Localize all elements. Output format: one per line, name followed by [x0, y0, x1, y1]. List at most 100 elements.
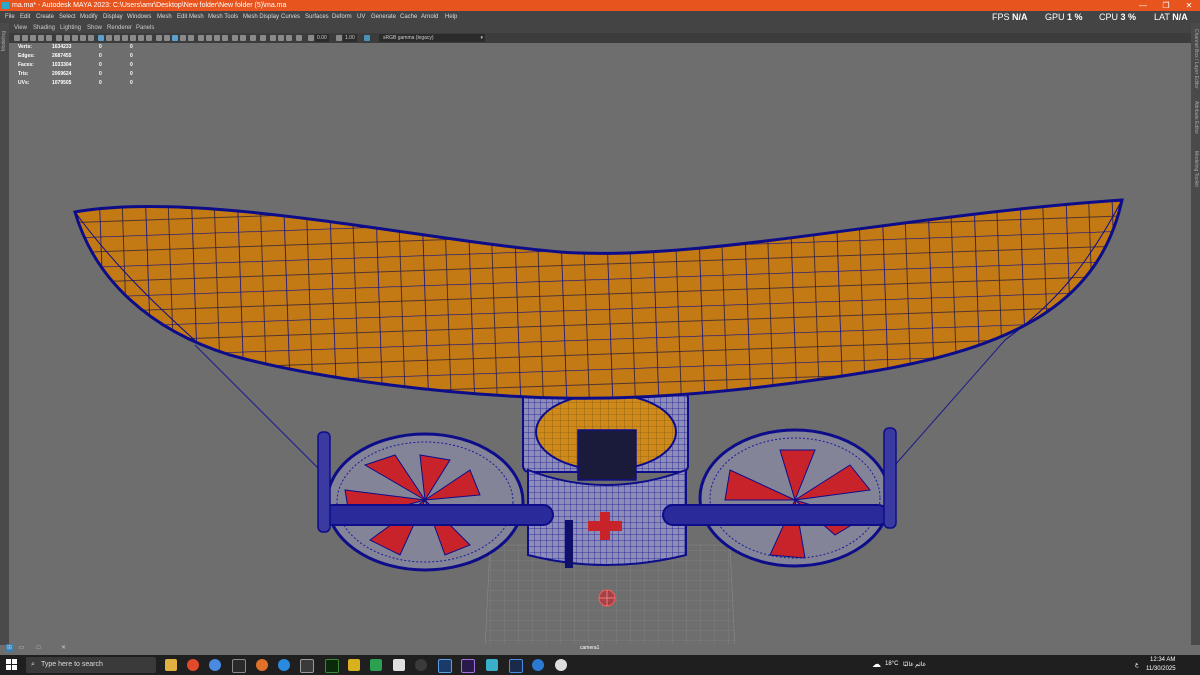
- file-explorer-icon[interactable]: [165, 659, 177, 671]
- panel-menu-show[interactable]: Show: [87, 23, 102, 33]
- field-chart-icon[interactable]: [88, 35, 94, 41]
- weather-icon[interactable]: ☁: [872, 659, 881, 670]
- menu-cache[interactable]: Cache: [400, 11, 417, 23]
- chrome-profile-icon[interactable]: [209, 659, 221, 671]
- menu-file[interactable]: File: [5, 11, 15, 23]
- nurbs-display-icon[interactable]: [296, 35, 302, 41]
- clock-date[interactable]: 11/30/2025: [1146, 666, 1176, 672]
- textured-icon[interactable]: [130, 35, 136, 41]
- grease-pencil-icon[interactable]: [46, 35, 52, 41]
- default-material-icon[interactable]: [114, 35, 120, 41]
- panel-menu-view[interactable]: View: [14, 23, 27, 33]
- frame-all-icon[interactable]: [232, 35, 238, 41]
- panel-menu-shading[interactable]: Shading: [33, 23, 55, 33]
- channel-box-tab[interactable]: Channel Box / Layer Editor: [1193, 29, 1199, 89]
- motion-blur-icon[interactable]: [164, 35, 170, 41]
- menu-mesh-tools[interactable]: Mesh Tools: [208, 11, 238, 23]
- collapse-icon[interactable]: □: [35, 644, 42, 652]
- menu-edit[interactable]: Edit: [20, 11, 30, 23]
- camera-lock-icon[interactable]: [222, 35, 228, 41]
- viewport-3d[interactable]: [9, 43, 1191, 644]
- github-icon[interactable]: [415, 659, 427, 671]
- exposure-field[interactable]: 0.00: [315, 34, 329, 42]
- menu-uv[interactable]: UV: [357, 11, 365, 23]
- select-camera-icon[interactable]: [14, 35, 20, 41]
- menu-edit-mesh[interactable]: Edit Mesh: [177, 11, 204, 23]
- edge-icon[interactable]: [278, 659, 290, 671]
- menu-select[interactable]: Select: [59, 11, 76, 23]
- minimize-button[interactable]: —: [1136, 0, 1150, 11]
- panel-menu-renderer[interactable]: Renderer: [107, 23, 132, 33]
- transform-manipulator[interactable]: [598, 589, 616, 607]
- menu-windows[interactable]: Windows: [127, 11, 151, 23]
- image-plane-icon[interactable]: [38, 35, 44, 41]
- maximize-button[interactable]: ❐: [1159, 0, 1173, 11]
- film-gate-icon[interactable]: [64, 35, 70, 41]
- language-indicator[interactable]: ع: [1135, 661, 1139, 668]
- hud-toggle-icon[interactable]: [260, 35, 266, 41]
- color-management-icon[interactable]: [364, 35, 370, 41]
- xray-icon[interactable]: [172, 35, 178, 41]
- resolution-gate-icon[interactable]: [72, 35, 78, 41]
- wireframe-icon[interactable]: [98, 35, 104, 41]
- isolate-select-icon[interactable]: [188, 35, 194, 41]
- frame-selected-icon[interactable]: [240, 35, 246, 41]
- menu-help[interactable]: Help: [445, 11, 457, 23]
- gamma-field[interactable]: 1.00: [343, 34, 357, 42]
- chrome-icon[interactable]: [187, 659, 199, 671]
- premiere-icon[interactable]: [461, 659, 475, 673]
- menu-deform[interactable]: Deform: [332, 11, 352, 23]
- depth-of-field-icon[interactable]: [206, 35, 212, 41]
- pan-zoom-icon[interactable]: [250, 35, 256, 41]
- photoshop-icon[interactable]: [438, 659, 452, 673]
- taskbar-search-box[interactable]: ⌕ Type here to search: [26, 657, 156, 673]
- antialiasing-icon[interactable]: [198, 35, 204, 41]
- wireframe-color-icon[interactable]: [270, 35, 276, 41]
- cloud-app-icon[interactable]: [555, 659, 567, 671]
- menu-generate[interactable]: Generate: [371, 11, 396, 23]
- close-button[interactable]: ✕: [1182, 0, 1196, 11]
- panel-layout-icon[interactable]: ⊞: [6, 644, 13, 652]
- wireframe-on-shaded-icon[interactable]: [122, 35, 128, 41]
- grid-icon[interactable]: [56, 35, 62, 41]
- modeling-tab[interactable]: Modeling: [1, 31, 7, 51]
- panel-menu-panels[interactable]: Panels: [136, 23, 154, 33]
- firefox-icon[interactable]: [256, 659, 268, 671]
- camera-attributes-icon[interactable]: [22, 35, 28, 41]
- clapper-icon[interactable]: [232, 659, 246, 673]
- browser-icon[interactable]: [532, 659, 544, 671]
- excel-icon[interactable]: [370, 659, 382, 671]
- unity-icon[interactable]: [393, 659, 405, 671]
- menu-create[interactable]: Create: [36, 11, 54, 23]
- ambient-occlusion-icon[interactable]: [156, 35, 162, 41]
- clock-time[interactable]: 12:34 AM: [1150, 657, 1175, 663]
- windows-start-icon[interactable]: [6, 659, 18, 671]
- pycharm-icon[interactable]: [325, 659, 339, 673]
- menu-modify[interactable]: Modify: [80, 11, 98, 23]
- store-icon[interactable]: [300, 659, 314, 673]
- close-panel-icon[interactable]: ✕: [60, 644, 67, 652]
- shadows-icon[interactable]: [146, 35, 152, 41]
- outliner-icon[interactable]: ▭: [18, 644, 25, 652]
- gate-mask-icon[interactable]: [80, 35, 86, 41]
- attribute-editor-tab[interactable]: Attribute Editor: [1193, 101, 1199, 134]
- panel-menu-lighting[interactable]: Lighting: [60, 23, 81, 33]
- xray-joints-icon[interactable]: [180, 35, 186, 41]
- color-space-dropdown[interactable]: sRGB gamma (legacy) ▾: [379, 34, 485, 42]
- menu-arnold[interactable]: Arnold: [421, 11, 438, 23]
- menu-display[interactable]: Display: [103, 11, 123, 23]
- ui-select-icon[interactable]: [286, 35, 292, 41]
- menu-curves[interactable]: Curves: [281, 11, 300, 23]
- smooth-shade-icon[interactable]: [106, 35, 112, 41]
- menu-mesh[interactable]: Mesh: [157, 11, 172, 23]
- lights-icon[interactable]: [138, 35, 144, 41]
- backface-icon[interactable]: [278, 35, 284, 41]
- screen-space-reflect-icon[interactable]: [214, 35, 220, 41]
- menu-surfaces[interactable]: Surfaces: [305, 11, 329, 23]
- maya-taskbar-icon[interactable]: [486, 659, 498, 671]
- gamma-icon[interactable]: [336, 35, 342, 41]
- modeling-toolkit-tab[interactable]: Modeling Toolkit: [1193, 151, 1199, 187]
- bookmark-icon[interactable]: [30, 35, 36, 41]
- exposure-icon[interactable]: [308, 35, 314, 41]
- menu-mesh-display[interactable]: Mesh Display: [243, 11, 279, 23]
